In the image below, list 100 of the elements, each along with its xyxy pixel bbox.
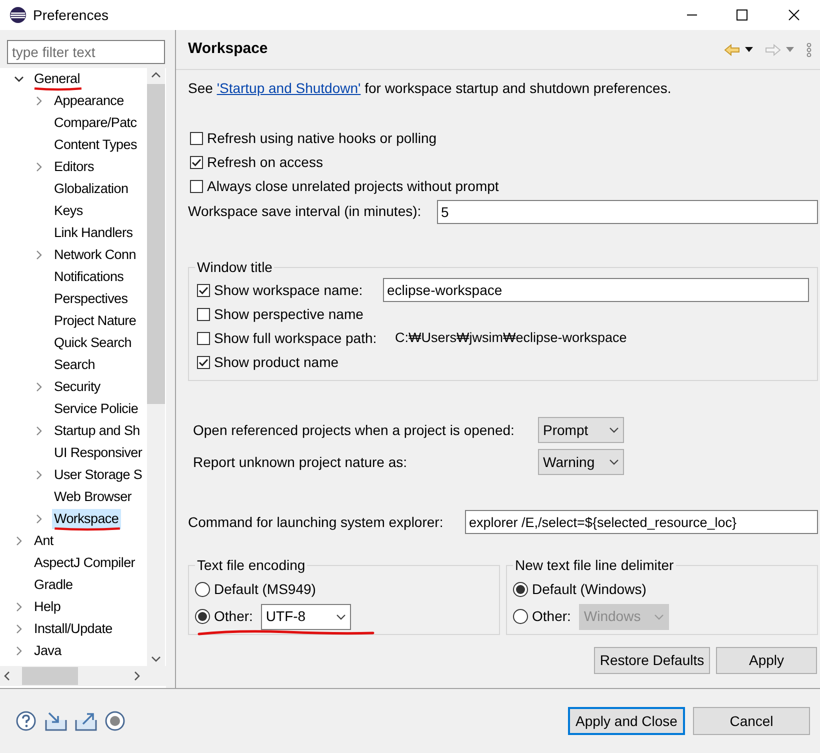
tree-item[interactable]: Link Handlers <box>34 222 135 244</box>
radio-label: Other: <box>532 607 571 626</box>
field-label: Command for launching system explorer: <box>188 512 444 532</box>
tree-item[interactable]: Service Policie <box>34 398 140 420</box>
tree-item[interactable]: Web Browser <box>34 486 134 508</box>
checkbox-label: Refresh on access <box>207 152 323 172</box>
checkbox[interactable] <box>197 284 210 296</box>
radio-label: Default (MS949) <box>214 580 316 599</box>
checkbox-label: Show product name <box>214 352 340 372</box>
tree-item[interactable]: General <box>14 68 82 90</box>
tree-item[interactable]: Install/Update <box>14 618 114 640</box>
chevron-right-icon[interactable] <box>34 162 44 172</box>
tree-item[interactable]: Startup and Sh <box>34 420 142 442</box>
tree-item[interactable]: Globalization <box>34 178 130 200</box>
chevron-right-icon[interactable] <box>14 536 24 546</box>
app-logo-icon <box>9 6 27 24</box>
dropdown-caret-icon <box>609 427 619 433</box>
tree-item[interactable]: Project Nature <box>34 310 138 332</box>
input-field[interactable]: 5 <box>437 200 818 224</box>
cancel-button[interactable]: Cancel <box>693 707 810 735</box>
radio-button[interactable] <box>513 582 528 597</box>
group-title: Text file encoding <box>196 556 306 575</box>
dropdown-label: Open referenced projects when a project is opened: <box>193 420 516 440</box>
tree-item[interactable]: Network Conn <box>34 244 138 266</box>
apply-and-close-button[interactable]: Apply and Close <box>568 707 685 735</box>
tree-item[interactable]: AspectJ Compiler <box>14 552 137 574</box>
restore-defaults-button[interactable]: Restore Defaults <box>594 647 710 674</box>
checkbox[interactable] <box>190 180 203 192</box>
horizontal-scrollbar[interactable] <box>0 666 166 686</box>
checkbox[interactable] <box>197 356 210 368</box>
checkbox[interactable] <box>190 156 203 168</box>
annotation-underline <box>34 87 82 91</box>
chevron-right-icon[interactable] <box>34 96 44 106</box>
maximize-icon[interactable] <box>736 9 748 21</box>
radio-button[interactable] <box>195 582 210 597</box>
filter-field[interactable]: type filter text <box>7 40 165 64</box>
tree-item[interactable]: Ant <box>14 530 56 552</box>
chevron-right-icon[interactable] <box>14 624 24 634</box>
record-icon[interactable] <box>105 711 125 731</box>
chevron-right-icon[interactable] <box>34 514 44 524</box>
chevron-right-icon[interactable] <box>34 382 44 392</box>
page-title: Workspace <box>188 39 268 60</box>
help-icon[interactable] <box>16 711 36 731</box>
view-menu-icon[interactable] <box>806 42 812 56</box>
tree-item[interactable]: Notifications <box>34 266 126 288</box>
apply-button[interactable]: Apply <box>716 647 817 674</box>
export-icon[interactable] <box>75 711 97 731</box>
path-text: C:₩Users₩jwsim₩eclipse-workspace <box>395 328 627 347</box>
dropdown-label: Report unknown project nature as: <box>193 452 408 472</box>
chevron-down-icon[interactable] <box>14 74 24 84</box>
tree-item[interactable]: Appearance <box>34 90 126 112</box>
radio-label: Default (Windows) <box>532 580 646 599</box>
dropdown[interactable]: Prompt <box>538 417 624 443</box>
tree-item[interactable]: UI Responsiver <box>34 442 144 464</box>
tree-item[interactable]: Java <box>14 640 64 662</box>
tree-item[interactable]: Quick Search <box>34 332 134 354</box>
checkbox-label: Show workspace name: <box>214 280 364 300</box>
checkbox-label: Show full workspace path: <box>214 328 378 348</box>
group-title: New text file line delimiter <box>514 556 675 575</box>
checkbox-label: Always close unrelated projects without prompt <box>207 176 499 196</box>
tree-item[interactable]: Perspectives <box>34 288 130 310</box>
radio-button[interactable] <box>195 609 210 624</box>
group-title: Window title <box>196 258 274 277</box>
tree-item[interactable]: Compare/Patc <box>34 112 139 134</box>
scroll-left-icon[interactable] <box>4 671 10 681</box>
tree-item[interactable]: Keys <box>34 200 85 222</box>
dropdown[interactable]: UTF-8 <box>260 604 351 630</box>
checkbox-label: Show perspective name <box>214 304 364 324</box>
chevron-right-icon[interactable] <box>34 426 44 436</box>
input-field[interactable]: eclipse-workspace <box>383 278 809 302</box>
scroll-up-icon[interactable] <box>151 72 161 78</box>
chevron-right-icon[interactable] <box>34 470 44 480</box>
checkbox[interactable] <box>197 332 210 344</box>
tree-item[interactable]: Search <box>34 354 97 376</box>
window-title: Preferences <box>33 6 108 24</box>
scroll-down-icon[interactable] <box>151 656 161 662</box>
checkbox[interactable] <box>197 308 210 320</box>
chevron-right-icon[interactable] <box>34 250 44 260</box>
tree-item[interactable]: User Storage S <box>34 464 144 486</box>
dropdown-caret-icon <box>609 459 619 465</box>
tree-item[interactable]: Editors <box>34 156 96 178</box>
import-icon[interactable] <box>45 711 67 731</box>
dropdown-triangle-icon[interactable] <box>745 47 753 52</box>
tree-item[interactable]: Content Types <box>34 134 139 156</box>
tree-item[interactable]: Help <box>14 596 63 618</box>
scroll-right-icon[interactable] <box>134 671 140 681</box>
intro-text: See 'Startup and Shutdown' for workspace startup and shutdown preferences. <box>188 79 672 98</box>
startup-shutdown-link[interactable]: 'Startup and Shutdown' <box>216 80 361 96</box>
tree-item[interactable]: Gradle <box>14 574 75 596</box>
chevron-right-icon[interactable] <box>14 646 24 656</box>
chevron-right-icon[interactable] <box>14 602 24 612</box>
radio-label: Other: <box>214 607 253 626</box>
checkbox-label: Refresh using native hooks or polling <box>207 128 437 148</box>
checkbox[interactable] <box>190 132 203 144</box>
field-label: Workspace save interval (in minutes): <box>188 202 422 221</box>
dropdown-caret-icon <box>654 614 664 620</box>
tree-item[interactable]: Security <box>34 376 102 398</box>
input-field[interactable]: explorer /E,/select=${selected_resource_loc} <box>465 510 818 534</box>
close-icon[interactable] <box>788 9 800 21</box>
dropdown[interactable]: Warning <box>538 449 624 475</box>
